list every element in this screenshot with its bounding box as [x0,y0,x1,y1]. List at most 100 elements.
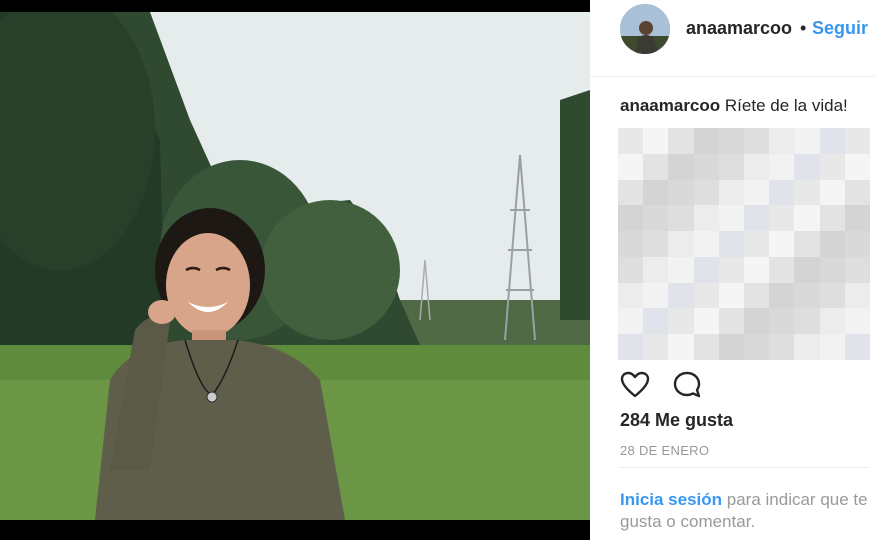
pixel-cell [693,334,719,360]
pixel-cell [693,256,719,283]
pixel-cell [819,308,845,335]
pixel-cell [693,308,719,335]
pixel-cell [618,282,644,309]
pixel-cell [819,282,845,309]
pixel-cell [643,179,669,206]
pixel-cell [794,153,820,180]
pixel-cell [844,231,870,257]
pixel-cell [668,153,694,180]
username[interactable]: anaamarcoo [686,18,792,39]
pixel-cell [819,153,845,180]
pixel-cell [819,256,845,283]
pixel-cell [718,128,744,154]
pixel-cell [819,205,845,232]
post-side-panel: anaamarcoo • Seguir anaamarcoo Ríete de … [590,0,875,540]
photo-illustration [0,0,590,540]
pixel-cell [618,179,644,206]
caption-text: Ríete de la vida! [724,96,848,115]
follow-button[interactable]: Seguir [812,18,868,39]
pixel-cell [844,205,870,232]
pixelated-comments [618,128,870,360]
pixel-cell [718,179,744,206]
pixel-cell [769,205,795,232]
likes-count[interactable]: 284 Me gusta [620,410,733,431]
pixel-cell [668,179,694,206]
pixel-cell [769,256,795,283]
pixel-cell [718,282,744,309]
pixel-cell [643,231,669,257]
pixel-cell [693,282,719,309]
pixel-cell [668,256,694,283]
avatar-image [620,4,670,54]
post-date: 28 DE ENERO [620,443,710,458]
pixel-cell [794,308,820,335]
comment-icon[interactable] [672,370,702,400]
pixel-cell [668,334,694,360]
pixel-cell [718,153,744,180]
pixel-cell [744,231,770,257]
pixel-cell [643,334,669,360]
pixel-cell [819,128,845,154]
pixel-cell [618,205,644,232]
pixel-cell [643,282,669,309]
pixel-cell [693,231,719,257]
pixel-cell [844,334,870,360]
pixel-cell [643,308,669,335]
pixel-cell [744,334,770,360]
pixel-cell [618,153,644,180]
caption: anaamarcoo Ríete de la vida! [620,96,848,116]
pixel-cell [819,179,845,206]
pixel-cell [769,334,795,360]
pixel-cell [769,308,795,335]
pixel-cell [643,205,669,232]
pixel-cell [794,256,820,283]
pixel-cell [819,334,845,360]
pixel-cell [618,256,644,283]
pixel-cell [844,153,870,180]
pixel-cell [794,282,820,309]
pixel-cell [718,205,744,232]
pixel-cell [744,256,770,283]
pixel-cell [693,205,719,232]
pixel-cell [769,179,795,206]
pixel-cell [744,205,770,232]
divider [618,467,870,468]
login-prompt: Inicia sesión para indicar que te gusta … [620,489,872,533]
pixel-cell [643,128,669,154]
pixel-cell [744,308,770,335]
pixel-cell [618,308,644,335]
pixel-cell [668,282,694,309]
pixel-cell [794,179,820,206]
pixel-cell [844,128,870,154]
separator-dot: • [800,18,807,38]
heart-icon[interactable] [620,370,650,400]
caption-username[interactable]: anaamarcoo [620,96,720,115]
pixel-cell [794,128,820,154]
pixel-cell [643,256,669,283]
pixel-cell [744,179,770,206]
pixel-cell [844,308,870,335]
pixel-cell [693,128,719,154]
pixel-cell [844,256,870,283]
pixel-cell [718,308,744,335]
pixel-cell [844,282,870,309]
pixel-cell [668,308,694,335]
pixel-cell [769,282,795,309]
pixel-cell [668,231,694,257]
pixel-cell [744,282,770,309]
pixel-cell [794,205,820,232]
pixel-cell [794,231,820,257]
post-photo [0,0,590,540]
pixel-cell [643,153,669,180]
pixel-cell [769,128,795,154]
pixel-cell [618,231,644,257]
login-link[interactable]: Inicia sesión [620,490,722,509]
pixel-cell [618,128,644,154]
pixel-cell [718,256,744,283]
avatar[interactable] [620,4,670,54]
pixel-cell [693,153,719,180]
pixel-cell [718,231,744,257]
pixel-cell [693,179,719,206]
pixel-cell [844,179,870,206]
pixel-cell [769,231,795,257]
